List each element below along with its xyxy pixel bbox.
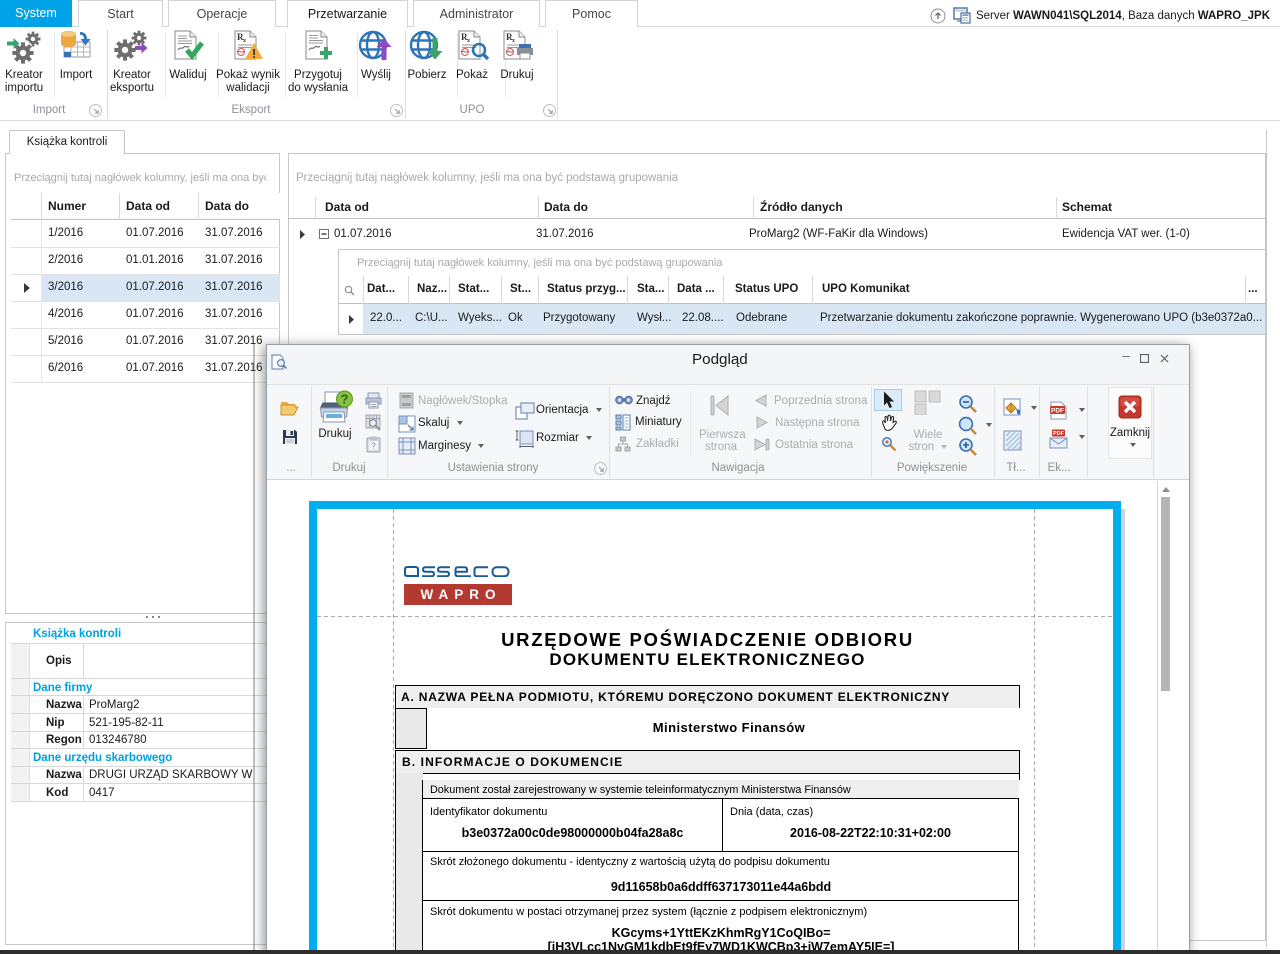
svg-text:PDF: PDF bbox=[1053, 431, 1065, 437]
svg-text:PDF: PDF bbox=[1051, 408, 1064, 415]
svg-text:x: x bbox=[467, 38, 470, 44]
svg-text:x: x bbox=[512, 38, 515, 44]
svg-text:x: x bbox=[243, 38, 246, 44]
svg-text:?: ? bbox=[341, 392, 349, 407]
svg-text:?: ? bbox=[371, 442, 376, 451]
